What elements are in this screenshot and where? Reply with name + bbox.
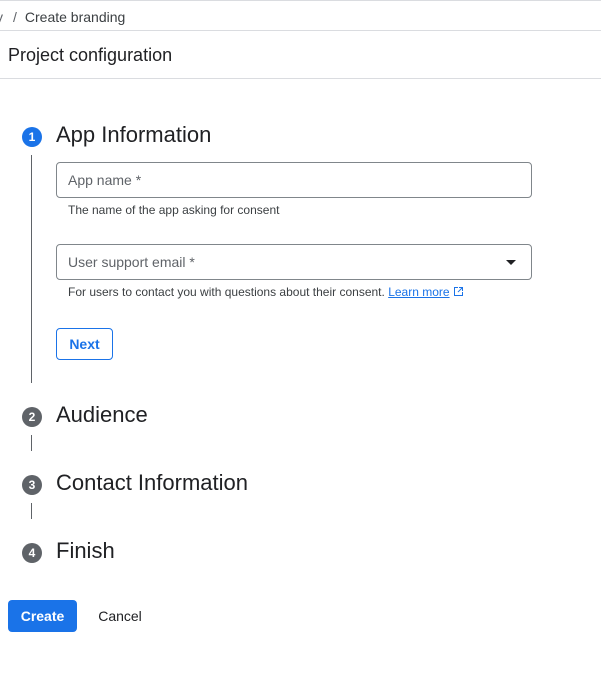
step-3-connector — [31, 503, 32, 519]
open-in-new-icon[interactable] — [453, 286, 464, 300]
step-3-number: 3 — [22, 475, 42, 495]
app-name-field[interactable]: App name * — [56, 162, 532, 198]
support-email-select[interactable]: User support email * — [56, 244, 532, 280]
app-name-placeholder: App name * — [68, 172, 142, 188]
support-email-hint: For users to contact you with questions … — [68, 285, 464, 300]
breadcrumb-separator: / — [13, 9, 17, 25]
arrow-drop-down-icon[interactable] — [506, 260, 516, 265]
step-2-number: 2 — [22, 407, 42, 427]
step-1-number: 1 — [22, 127, 42, 147]
step-2-connector — [31, 435, 32, 451]
page-title: Project configuration — [8, 45, 173, 65]
learn-more-link[interactable]: Learn more — [388, 285, 449, 299]
support-email-hint-text: For users to contact you with questions … — [68, 285, 385, 299]
step-3-title[interactable]: Contact Information — [56, 470, 248, 496]
breadcrumb-prev[interactable]: y — [0, 9, 3, 25]
step-4-title[interactable]: Finish — [56, 538, 115, 564]
breadcrumb-current: Create branding — [24, 9, 126, 25]
step-2-title[interactable]: Audience — [56, 402, 148, 428]
page-header: Project configuration — [0, 31, 601, 79]
top-bar: y / Create branding — [0, 0, 601, 31]
cancel-button[interactable]: Cancel — [90, 600, 150, 632]
support-email-placeholder: User support email * — [68, 254, 195, 270]
next-button[interactable]: Next — [56, 328, 113, 360]
breadcrumb: y / Create branding — [0, 9, 125, 25]
step-1-connector — [31, 155, 32, 383]
step-1-title[interactable]: App Information — [56, 122, 211, 148]
step-4-number: 4 — [22, 543, 42, 563]
app-name-hint: The name of the app asking for consent — [68, 203, 280, 217]
create-button[interactable]: Create — [8, 600, 77, 632]
